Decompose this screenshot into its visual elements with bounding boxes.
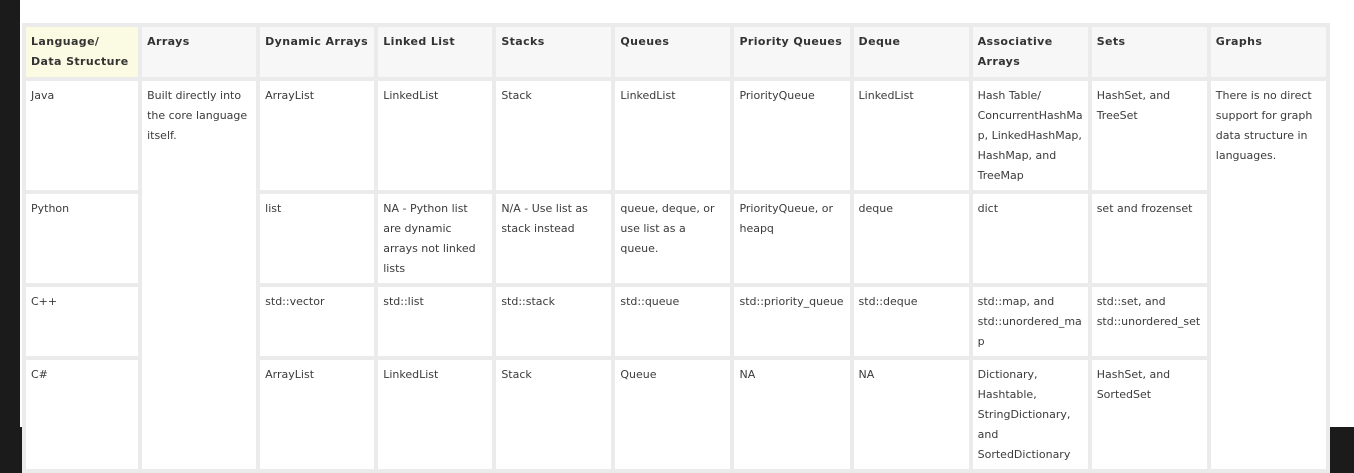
cell-queues: std::queue: [615, 287, 731, 356]
cell-deque: LinkedList: [853, 81, 969, 190]
header-row: Language/ Data Structure Arrays Dynamic …: [26, 27, 1326, 77]
cell-stacks: Stack: [496, 81, 612, 190]
cell-stacks: std::stack: [496, 287, 612, 356]
cell-queues: Queue: [615, 360, 731, 469]
header-dynamic-arrays: Dynamic Arrays: [260, 27, 375, 77]
cell-priority-queues: PriorityQueue, or heapq: [734, 194, 850, 283]
cell-associative-arrays: dict: [972, 194, 1088, 283]
header-deque: Deque: [853, 27, 969, 77]
header-language: Language/ Data Structure: [26, 27, 139, 77]
header-priority-queues: Priority Queues: [734, 27, 850, 77]
cell-arrays-note: Built directly into the core language it…: [142, 81, 257, 469]
cell-linked-list: std::list: [378, 287, 493, 356]
cell-deque: std::deque: [853, 287, 969, 356]
cell-language: Python: [26, 194, 139, 283]
cell-stacks: Stack: [496, 360, 612, 469]
cell-associative-arrays: Hash Table/ ConcurrentHashMap, LinkedHas…: [972, 81, 1088, 190]
cell-linked-list: NA - Python list are dynamic arrays not …: [378, 194, 493, 283]
cell-priority-queues: NA: [734, 360, 850, 469]
cell-sets: HashSet, and TreeSet: [1091, 81, 1207, 190]
table-row-java: Java Built directly into the core langua…: [26, 81, 1326, 469]
cell-priority-queues: std::priority_queue: [734, 287, 850, 356]
cell-queues: LinkedList: [615, 81, 731, 190]
page: Language/ Data Structure Arrays Dynamic …: [20, 0, 1354, 473]
cell-associative-arrays: Dictionary, Hashtable, StringDictionary,…: [972, 360, 1088, 469]
cell-dynamic-arrays: ArrayList: [260, 360, 375, 469]
header-sets: Sets: [1091, 27, 1207, 77]
cell-dynamic-arrays: list: [260, 194, 375, 283]
cell-graphs-note: There is no direct support for graph dat…: [1210, 81, 1326, 469]
header-linked-list: Linked List: [378, 27, 493, 77]
cell-queues: queue, deque, or use list as a queue.: [615, 194, 731, 283]
header-stacks: Stacks: [496, 27, 612, 77]
cell-linked-list: LinkedList: [378, 81, 493, 190]
cell-associative-arrays: std::map, and std::unordered_map: [972, 287, 1088, 356]
cell-linked-list: LinkedList: [378, 360, 493, 469]
cell-dynamic-arrays: ArrayList: [260, 81, 375, 190]
cell-stacks: N/A - Use list as stack instead: [496, 194, 612, 283]
cell-language: C#: [26, 360, 139, 469]
cell-dynamic-arrays: std::vector: [260, 287, 375, 356]
header-associative-arrays: Associative Arrays: [972, 27, 1088, 77]
cell-deque: deque: [853, 194, 969, 283]
cell-language: C++: [26, 287, 139, 356]
header-queues: Queues: [615, 27, 731, 77]
cell-language: Java: [26, 81, 139, 190]
header-arrays: Arrays: [142, 27, 257, 77]
cell-deque: NA: [853, 360, 969, 469]
header-graphs: Graphs: [1210, 27, 1326, 77]
cell-sets: std::set, and std::unordered_set: [1091, 287, 1207, 356]
data-structures-table: Language/ Data Structure Arrays Dynamic …: [22, 23, 1330, 473]
cell-sets: set and frozenset: [1091, 194, 1207, 283]
cell-sets: HashSet, and SortedSet: [1091, 360, 1207, 469]
cell-priority-queues: PriorityQueue: [734, 81, 850, 190]
